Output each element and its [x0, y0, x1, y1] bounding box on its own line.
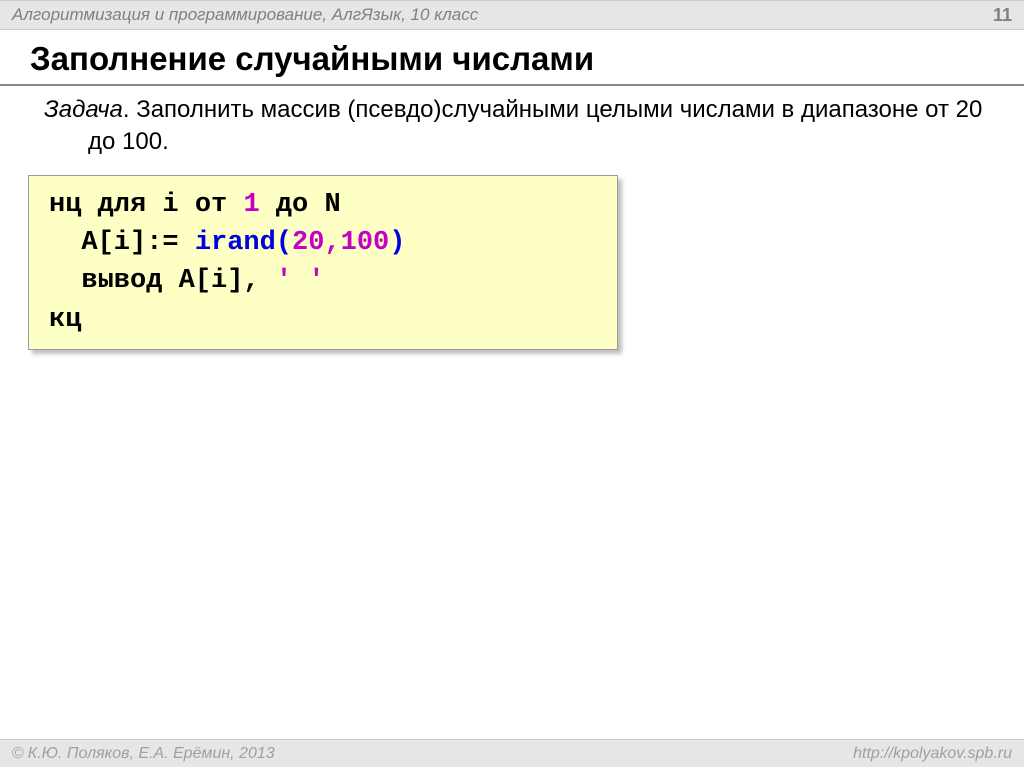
copyright-icon: © [12, 745, 24, 762]
task-text: . Заполнить массив (псевдо)случайными це… [88, 96, 982, 155]
code-line-1: нц для i от 1 до N [49, 190, 341, 220]
footer-left: ©К.Ю. Поляков, Е.А. Ерёмин, 2013 [12, 745, 275, 763]
code-line-2: A[i]:= irand(20,100) [49, 228, 405, 258]
footer-link: http://kpolyakov.spb.ru [853, 745, 1012, 763]
task-label: Задача [44, 96, 123, 123]
code-block: нц для i от 1 до N A[i]:= irand(20,100) … [28, 175, 618, 350]
code-line-3: вывод A[i], ' ' [49, 266, 324, 296]
header-bar: Алгоритмизация и программирование, АлгЯз… [0, 0, 1024, 30]
breadcrumb: Алгоритмизация и программирование, АлгЯз… [12, 5, 478, 25]
footer-bar: ©К.Ю. Поляков, Е.А. Ерёмин, 2013 http://… [0, 739, 1024, 767]
task-description: Задача. Заполнить массив (псевдо)случайн… [0, 92, 1024, 171]
code-line-4: кц [49, 305, 81, 335]
title-block: Заполнение случайными числами [0, 30, 1024, 86]
page-number: 11 [993, 5, 1012, 26]
page-title: Заполнение случайными числами [30, 40, 994, 78]
